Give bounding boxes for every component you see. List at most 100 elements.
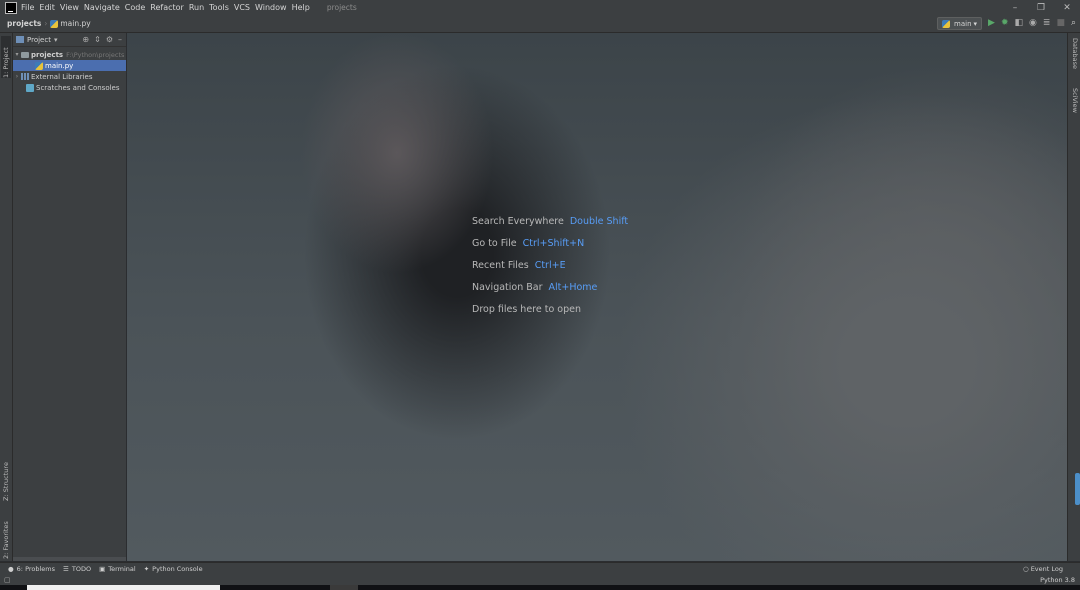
- chevron-down-icon: ▾: [973, 19, 978, 28]
- tool-terminal-label: Terminal: [108, 565, 136, 573]
- run-icon[interactable]: ▶: [988, 18, 995, 29]
- pycharm-logo-icon: [5, 1, 17, 14]
- menu-vcs[interactable]: VCS: [234, 3, 250, 12]
- tab-favorites[interactable]: 2: Favorites: [1, 511, 11, 559]
- menu-tools[interactable]: Tools: [209, 3, 229, 12]
- hint-navigation-bar: Navigation Bar Alt+Home: [472, 276, 628, 298]
- menu-help[interactable]: Help: [292, 3, 310, 12]
- tool-terminal[interactable]: ▣ Terminal: [99, 565, 136, 573]
- chevron-down-icon[interactable]: ▾: [54, 36, 58, 44]
- python-file-icon: [50, 19, 59, 28]
- project-view-icon: [16, 36, 24, 43]
- menu-code[interactable]: Code: [125, 3, 145, 12]
- project-view-select[interactable]: Project: [27, 36, 51, 44]
- tool-python-console[interactable]: ✦ Python Console: [144, 565, 203, 573]
- window-title: projects: [326, 3, 357, 12]
- taskbar-search-box[interactable]: [27, 585, 220, 590]
- project-panel-tools: ⊕ ⇕ ⚙ –: [82, 35, 126, 44]
- breadcrumb-file[interactable]: main.py: [60, 19, 90, 28]
- hint-label: Recent Files: [472, 259, 529, 271]
- expand-arrow-icon[interactable]: ▾: [13, 51, 21, 58]
- menu-refactor[interactable]: Refactor: [150, 3, 184, 12]
- tree-item-label: Scratches and Consoles: [36, 83, 120, 92]
- editor-scroll-marker[interactable]: [1075, 473, 1080, 505]
- menu-window[interactable]: Window: [255, 3, 287, 12]
- tab-project-label: 1: Project: [2, 47, 10, 78]
- library-icon: [21, 73, 29, 80]
- close-icon[interactable]: ✕: [1054, 0, 1080, 15]
- profile-icon[interactable]: ◉: [1029, 18, 1037, 29]
- tab-structure[interactable]: Z: Structure: [1, 453, 11, 501]
- todo-icon: ☰: [63, 565, 69, 573]
- tree-item-main-py[interactable]: main.py: [13, 60, 126, 71]
- breadcrumb-project[interactable]: projects: [7, 19, 41, 28]
- hint-go-to-file: Go to File Ctrl+Shift+N: [472, 232, 628, 254]
- tab-database[interactable]: Database: [1069, 38, 1079, 69]
- tab-favorites-label: 2: Favorites: [2, 521, 10, 559]
- tool-todo[interactable]: ☰ TODO: [63, 565, 91, 573]
- menu-file[interactable]: File: [21, 3, 34, 12]
- menu-run[interactable]: Run: [189, 3, 204, 12]
- tree-item-external-libraries[interactable]: › External Libraries: [13, 71, 126, 82]
- breadcrumb: projects › main.py: [7, 19, 91, 28]
- menu-edit[interactable]: Edit: [39, 3, 55, 12]
- tool-problems[interactable]: ● 6: Problems: [8, 565, 55, 573]
- tool-python-console-label: Python Console: [152, 565, 203, 573]
- event-log-icon: ○: [1022, 565, 1029, 573]
- navigation-bar: projects › main.py main ▾ ▶ ✹ ◧ ◉ ≣ ■ ⌕: [0, 15, 1080, 33]
- os-taskbar: [0, 585, 1080, 590]
- coverage-icon[interactable]: ◧: [1015, 18, 1024, 29]
- collapse-all-icon[interactable]: ⇕: [94, 35, 101, 44]
- title-bar: File Edit View Navigate Code Refactor Ru…: [0, 0, 1080, 15]
- hint-label: Search Everywhere: [472, 215, 564, 227]
- scratches-icon: [26, 83, 34, 92]
- hide-icon[interactable]: –: [118, 35, 122, 44]
- tree-item-projects[interactable]: ▾ projects F:\Python\projects: [13, 49, 126, 60]
- hint-label: Drop files here to open: [472, 303, 582, 315]
- tab-sciview-label: SciView: [1071, 88, 1079, 113]
- horizontal-scrollbar[interactable]: [13, 557, 126, 561]
- editor-empty-area[interactable]: Search Everywhere Double Shift Go to Fil…: [127, 33, 1067, 561]
- status-bar: ▢ Python 3.8: [0, 574, 1080, 585]
- hint-search-everywhere: Search Everywhere Double Shift: [472, 210, 628, 232]
- hint-label: Go to File: [472, 237, 517, 249]
- debug-icon[interactable]: ✹: [1001, 18, 1009, 29]
- run-config-label: main: [954, 19, 972, 28]
- tree-item-path: F:\Python\projects: [66, 50, 125, 59]
- breadcrumb-separator: ›: [44, 19, 48, 28]
- folder-icon: [21, 51, 29, 58]
- hint-shortcut: Double Shift: [569, 215, 629, 227]
- tab-database-label: Database: [1071, 38, 1079, 70]
- right-tool-strip: Database SciView: [1067, 33, 1080, 561]
- tab-sciview[interactable]: SciView: [1069, 88, 1079, 113]
- menu-view[interactable]: View: [60, 3, 79, 12]
- build-icon[interactable]: ≣: [1043, 18, 1051, 29]
- hint-drop-files: Drop files here to open: [472, 298, 628, 320]
- minimize-icon[interactable]: –: [1002, 0, 1028, 15]
- taskbar-item[interactable]: [330, 585, 358, 590]
- left-tool-strip: 1: Project Z: Structure 2: Favorites: [0, 33, 13, 561]
- locate-icon[interactable]: ⊕: [82, 35, 89, 44]
- hint-label: Navigation Bar: [472, 281, 543, 293]
- hint-recent-files: Recent Files Ctrl+E: [472, 254, 628, 276]
- python-file-icon: [35, 61, 43, 70]
- menu-navigate[interactable]: Navigate: [84, 3, 120, 12]
- tool-event-log[interactable]: ○ Event Log: [1023, 565, 1063, 573]
- interpreter-status[interactable]: Python 3.8: [1040, 576, 1075, 584]
- tool-event-log-label: Event Log: [1030, 565, 1063, 573]
- project-tree: ▾ projects F:\Python\projects main.py › …: [13, 49, 126, 93]
- tree-item-scratches[interactable]: Scratches and Consoles: [13, 82, 126, 93]
- python-icon: [942, 19, 951, 28]
- layout-toggle-icon[interactable]: ▢: [4, 576, 11, 584]
- stop-icon[interactable]: ■: [1056, 18, 1065, 29]
- search-icon[interactable]: ⌕: [1071, 18, 1076, 29]
- run-toolbar: main ▾ ▶ ✹ ◧ ◉ ≣ ■ ⌕: [937, 17, 1076, 30]
- gear-icon[interactable]: ⚙: [106, 35, 113, 44]
- tree-item-label: External Libraries: [31, 72, 93, 81]
- restore-icon[interactable]: ❐: [1028, 0, 1054, 15]
- run-configuration-select[interactable]: main ▾: [937, 17, 983, 30]
- collapse-arrow-icon[interactable]: ›: [13, 73, 21, 80]
- tree-item-label: projects: [31, 50, 64, 59]
- tab-project[interactable]: 1: Project: [1, 36, 11, 78]
- hint-shortcut: Alt+Home: [548, 281, 598, 293]
